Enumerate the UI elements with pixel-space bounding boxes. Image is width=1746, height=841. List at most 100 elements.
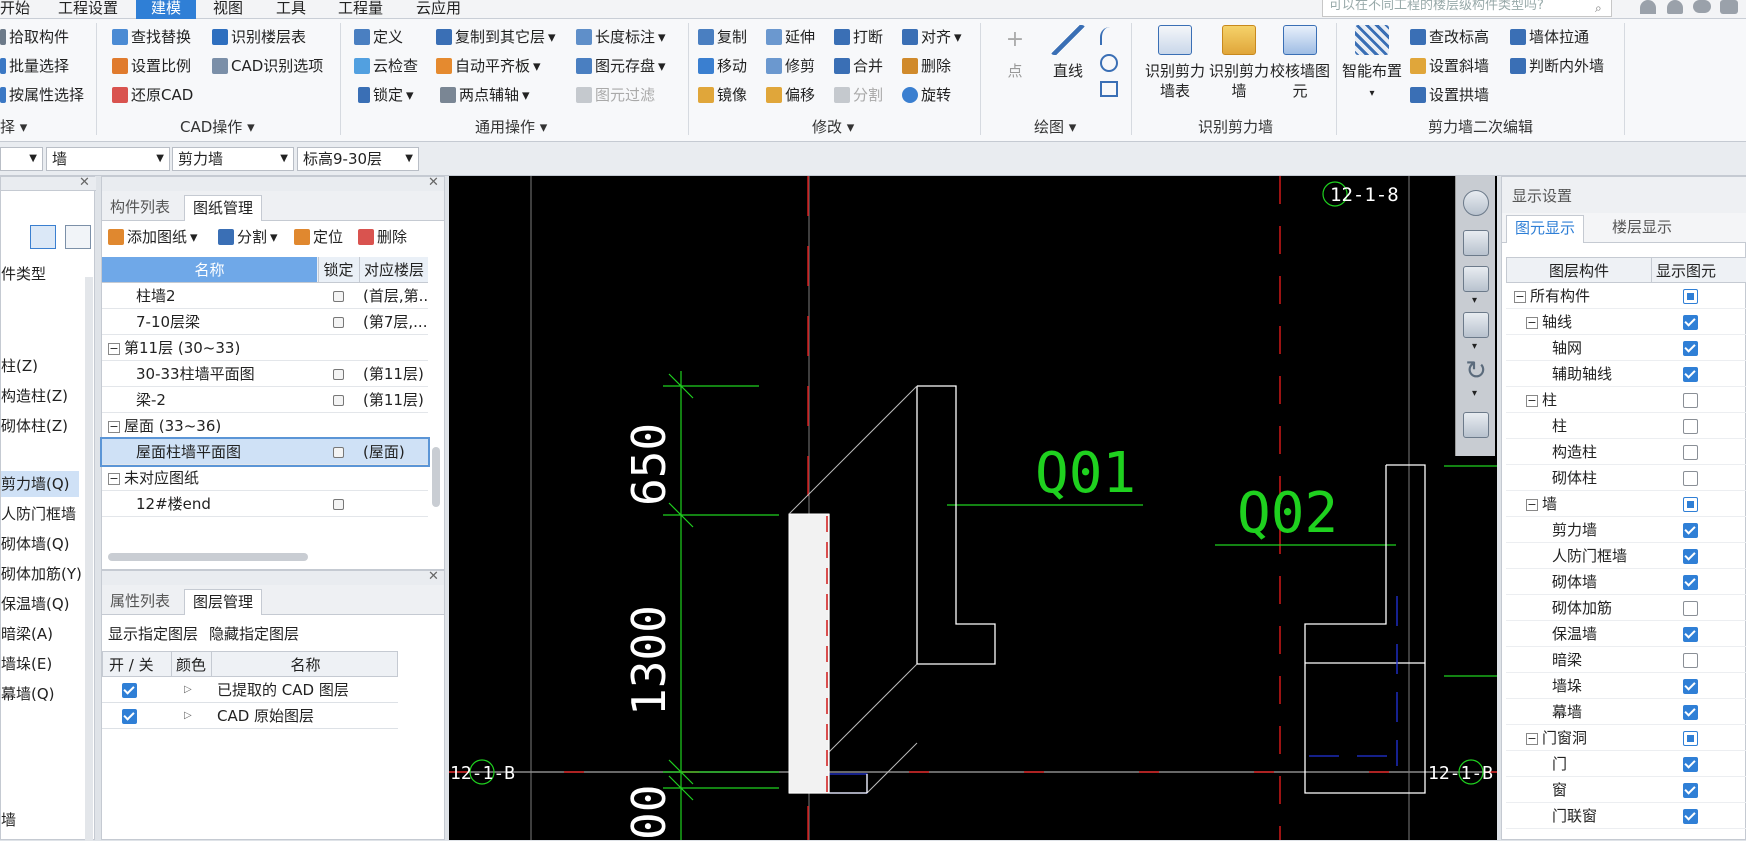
align-button[interactable]: 对齐 ▾ (902, 25, 962, 49)
rotate-button[interactable]: 旋转 (902, 83, 951, 107)
move-button[interactable]: 移动 (698, 54, 747, 78)
tree-row[interactable]: − 所有构件 (1506, 283, 1746, 309)
tree-row[interactable]: 砌体加筋 (1506, 595, 1746, 621)
edit-elevation-button[interactable]: 查改标高 (1410, 25, 1489, 49)
show-element-checkbox[interactable] (1683, 705, 1698, 720)
common-group-label[interactable]: 通用操作 ▾ (475, 116, 547, 138)
lock-icon[interactable] (332, 447, 344, 458)
length-dim-button[interactable]: 长度标注 ▾ (576, 25, 666, 49)
view-3d-icon[interactable] (1463, 230, 1489, 256)
list-item[interactable]: 构造柱(Z) (1, 383, 68, 409)
table-row[interactable]: 梁-2 (第11层) (102, 387, 428, 413)
list-item[interactable]: 砌体柱(Z) (1, 413, 68, 439)
show-element-checkbox[interactable] (1683, 523, 1698, 538)
column-header-floor[interactable]: 对应楼层 (359, 257, 428, 282)
tree-row[interactable]: 门联窗 (1506, 803, 1746, 829)
draw-group-label[interactable]: 绘图 ▾ (1034, 116, 1076, 138)
drawing-canvas[interactable]: 12-1-8 12-1-B 12-1-B Q01 Q02 650 1300 00 (449, 176, 1497, 840)
arch-wall-button[interactable]: 设置拱墙 (1410, 83, 1489, 107)
tree-row[interactable]: 构造柱 (1506, 439, 1746, 465)
identify-wall-table-button[interactable]: 识别剪力墙表 (1143, 25, 1207, 101)
hide-layer-button[interactable]: 隐藏指定图层 (209, 621, 299, 647)
show-element-checkbox[interactable] (1683, 549, 1698, 564)
chevron-down-icon[interactable]: ▾ (1472, 295, 1477, 306)
two-point-axis-button[interactable]: 两点辅轴 ▾ (440, 83, 530, 107)
list-item[interactable]: 砌体加筋(Y) (1, 561, 82, 587)
show-element-checkbox[interactable] (1683, 367, 1698, 382)
list-item[interactable]: 幕墙(Q) (1, 681, 55, 707)
tab-drawing-management[interactable]: 图纸管理 (184, 195, 263, 221)
tab-view[interactable]: 视图 (213, 0, 253, 19)
show-element-checkbox[interactable] (1683, 289, 1698, 304)
tree-row[interactable]: 保温墙 (1506, 621, 1746, 647)
cloud-check-button[interactable]: 云检查 (354, 54, 418, 78)
split-drawing-button[interactable]: 分割 ▾ (218, 225, 278, 249)
wall-extend-button[interactable]: 墙体拉通 (1510, 25, 1589, 49)
modify-group-label[interactable]: 修改 ▾ (812, 116, 854, 138)
lock-icon[interactable] (332, 369, 344, 380)
bell-icon[interactable] (1667, 0, 1683, 14)
scrollbar[interactable] (85, 277, 93, 841)
tree-row[interactable]: 墙垛 (1506, 673, 1746, 699)
table-row[interactable]: 柱墙2 (首层,第.. (102, 283, 428, 309)
set-scale-button[interactable]: 设置比例 (112, 54, 191, 78)
table-row[interactable]: 7-10层梁 (第7层,... (102, 309, 428, 335)
tab-cloud[interactable]: 云应用 (416, 0, 472, 19)
show-element-checkbox[interactable] (1683, 419, 1698, 434)
perspective-icon[interactable] (1463, 312, 1489, 338)
tree-row[interactable]: 轴网 (1506, 335, 1746, 361)
tab-quantities[interactable]: 工程量 (338, 0, 394, 19)
list-item[interactable]: 砌体墙(Q) (1, 531, 70, 557)
layer-toggle-checkbox[interactable] (122, 683, 137, 698)
list-item-selected[interactable]: 剪力墙(Q) (1, 471, 79, 497)
show-element-checkbox[interactable] (1683, 315, 1698, 330)
layout-grid-icon[interactable] (1463, 412, 1489, 438)
collapse-icon[interactable]: − (108, 472, 120, 485)
tree-row[interactable]: − 柱 (1506, 387, 1746, 413)
show-element-checkbox[interactable] (1683, 809, 1698, 824)
tree-row[interactable]: 柱 (1506, 413, 1746, 439)
collapse-icon[interactable]: − (108, 420, 120, 433)
add-drawing-button[interactable]: 添加图纸 ▾ (108, 225, 198, 249)
tab-layer-management[interactable]: 图层管理 (184, 589, 263, 615)
list-item[interactable]: 保温墙(Q) (1, 591, 70, 617)
collapse-icon[interactable]: − (1526, 498, 1538, 511)
level-selector[interactable]: 标高9-30层 ▼ (297, 147, 419, 171)
tree-group-row[interactable]: − 未对应图纸 (102, 465, 428, 491)
component-type-selector[interactable]: 剪力墙 ▼ (172, 147, 294, 171)
identify-wall-button[interactable]: 识别剪力墙 (1207, 25, 1271, 101)
category-selector[interactable]: 墙 ▼ (46, 147, 170, 171)
collapse-icon[interactable]: − (1526, 732, 1538, 745)
copy-to-floor-button[interactable]: 复制到其它层 ▾ (436, 25, 556, 49)
select-by-attr-button[interactable]: 按属性选择 (0, 83, 84, 107)
tree-row[interactable]: 幕墙 (1506, 699, 1746, 725)
tab-element-display[interactable]: 图元显示 (1506, 215, 1585, 243)
floor-selector[interactable]: ▼ (0, 147, 43, 171)
point-button[interactable]: + 点 (995, 25, 1035, 81)
show-element-checkbox[interactable] (1683, 445, 1698, 460)
tab-floor-display[interactable]: 楼层显示 (1604, 215, 1680, 243)
tree-row[interactable]: 砌体柱 (1506, 465, 1746, 491)
close-icon[interactable]: ✕ (428, 569, 439, 584)
tree-row[interactable]: − 轴线 (1506, 309, 1746, 335)
list-item[interactable]: 人防门框墙 (1, 501, 76, 527)
show-element-checkbox[interactable] (1683, 341, 1698, 356)
tab-tools[interactable]: 工具 (276, 0, 316, 19)
inner-outer-wall-button[interactable]: 判断内外墙 (1510, 54, 1604, 78)
restore-cad-button[interactable]: 还原CAD (112, 83, 193, 107)
find-replace-button[interactable]: 查找替换 (112, 25, 191, 49)
check-wall-button[interactable]: 校核墙图元 (1270, 25, 1330, 101)
lock-icon[interactable] (332, 499, 344, 510)
tree-row[interactable]: 剪力墙 (1506, 517, 1746, 543)
table-row[interactable]: 12#楼end (102, 491, 428, 517)
split-button[interactable]: 分割 (834, 83, 883, 107)
table-row[interactable]: ▷ 已提取的 CAD 图层 (102, 677, 398, 703)
tab-project-settings[interactable]: 工程设置 (58, 0, 130, 19)
tree-row[interactable]: − 门窗洞 (1506, 725, 1746, 751)
list-item[interactable]: 墙 (1, 807, 16, 833)
collapse-icon[interactable]: − (108, 342, 120, 355)
delete-drawing-button[interactable]: 删除 (358, 225, 407, 249)
tree-row[interactable]: 人防门框墙 (1506, 543, 1746, 569)
element-filter-button[interactable]: 图元过滤 (576, 83, 655, 107)
scrollbar[interactable] (432, 447, 440, 507)
